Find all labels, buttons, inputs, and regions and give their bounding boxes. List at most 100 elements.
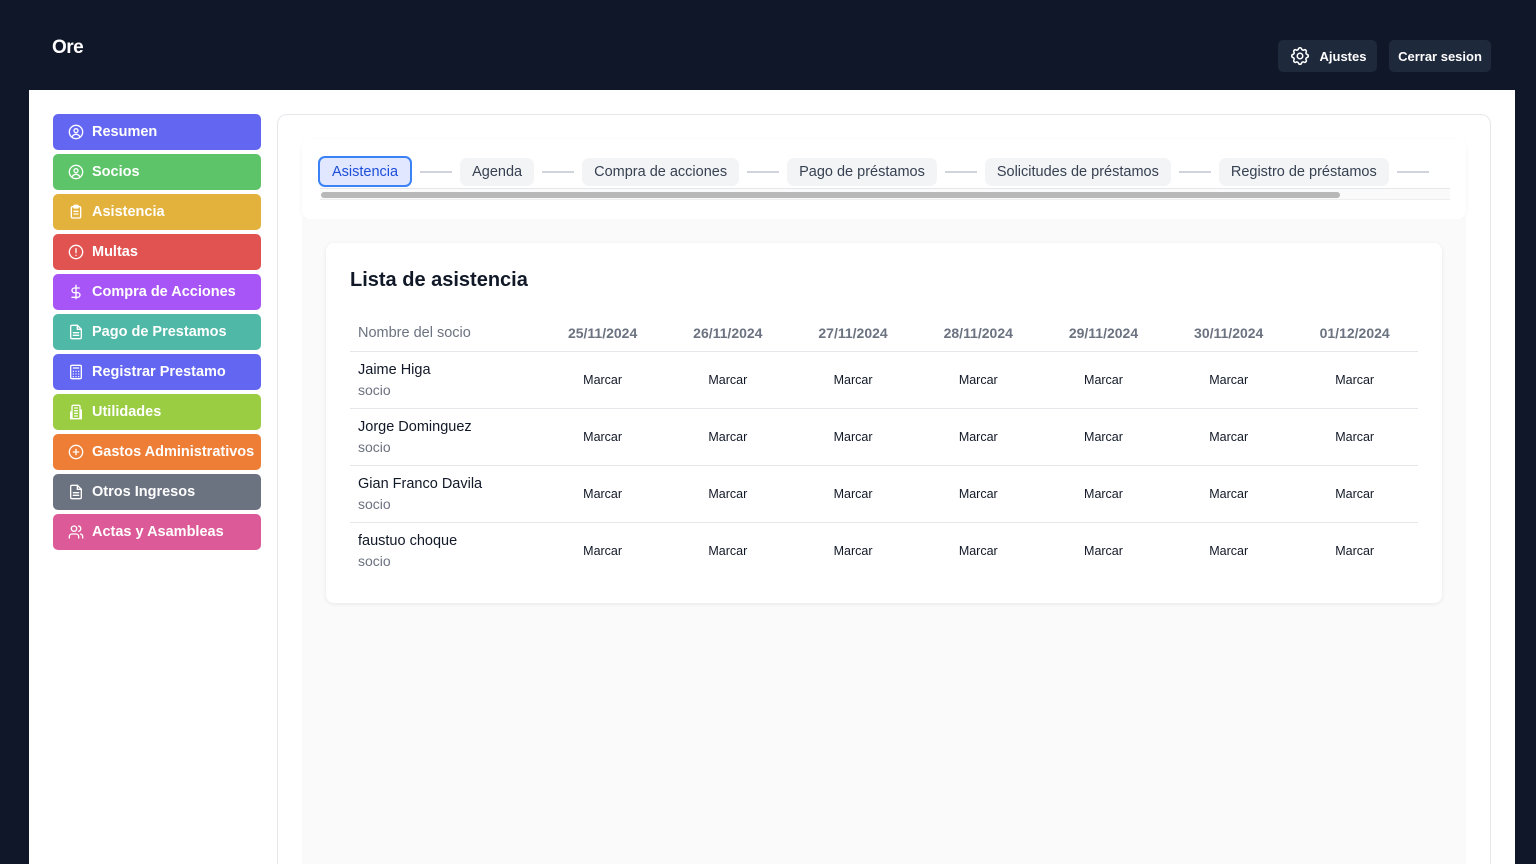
- tab-connector: [944, 170, 977, 173]
- member-name: Jorge Dominguez: [358, 418, 472, 435]
- mark-attendance-button[interactable]: Marcar: [1084, 544, 1123, 558]
- mark-attendance-button[interactable]: Marcar: [708, 430, 747, 444]
- main-panel: Asistencia Agenda Compra de acciones Pago d…: [277, 114, 1491, 864]
- member-role: socio: [358, 438, 391, 455]
- column-header-date: 26/11/2024: [665, 315, 791, 352]
- mark-attendance-button[interactable]: Marcar: [1084, 373, 1123, 387]
- sidebar-item-label: Compra de Acciones: [92, 284, 236, 300]
- mark-attendance-button[interactable]: Marcar: [583, 430, 622, 444]
- mark-attendance-button[interactable]: Marcar: [1084, 487, 1123, 501]
- mark-attendance-button[interactable]: Marcar: [583, 544, 622, 558]
- attendance-cell: Marcar: [790, 522, 915, 579]
- mark-attendance-button[interactable]: Marcar: [959, 487, 998, 501]
- column-header-date: 25/11/2024: [540, 315, 666, 352]
- table-row: Gian Franco Davila socio Marcar Marcar Marca…: [350, 465, 1418, 523]
- table-body: Jaime Higa socio Marcar Marcar Marcar Marcar M…: [350, 351, 1418, 579]
- sidebar-item-label: Asistencia: [92, 204, 165, 220]
- attendance-cell: Marcar: [1040, 351, 1167, 409]
- attendance-cell: Marcar: [915, 408, 1041, 466]
- mark-attendance-button[interactable]: Marcar: [1335, 373, 1374, 387]
- member-cell: Gian Franco Davila socio: [350, 465, 540, 523]
- table-header-row: Nombre del socio 25/11/2024 26/11/2024 27/…: [350, 315, 1418, 352]
- sidebar-item-socios[interactable]: Socios: [53, 154, 261, 190]
- tab-compra-de-acciones[interactable]: Compra de acciones: [582, 157, 740, 186]
- table-row: Jaime Higa socio Marcar Marcar Marcar Marcar M…: [350, 351, 1418, 409]
- attendance-cell: Marcar: [1291, 351, 1418, 409]
- tabs-bar: Asistencia Agenda Compra de acciones Pago d…: [302, 139, 1466, 219]
- attendance-cell: Marcar: [916, 522, 1041, 579]
- user-circle-icon: [68, 124, 84, 140]
- attendance-cell: Marcar: [790, 351, 916, 409]
- building-icon: [68, 404, 84, 420]
- mark-attendance-button[interactable]: Marcar: [1209, 544, 1248, 558]
- sidebar-item-compra-de-acciones[interactable]: Compra de Acciones: [53, 274, 261, 310]
- attendance-cell: Marcar: [790, 465, 916, 523]
- sidebar-item-resumen[interactable]: Resumen: [53, 114, 261, 150]
- mark-attendance-button[interactable]: Marcar: [834, 430, 873, 444]
- mark-attendance-button[interactable]: Marcar: [1209, 373, 1248, 387]
- attendance-cell: Marcar: [665, 351, 791, 409]
- mark-attendance-button[interactable]: Marcar: [583, 373, 622, 387]
- sidebar-item-multas[interactable]: Multas: [53, 234, 261, 270]
- mark-attendance-button[interactable]: Marcar: [708, 373, 747, 387]
- tab-solicitudes-de-préstamos[interactable]: Solicitudes de préstamos: [984, 157, 1171, 186]
- mark-attendance-button[interactable]: Marcar: [834, 544, 873, 558]
- mark-attendance-button[interactable]: Marcar: [583, 487, 622, 501]
- member-cell: faustuo choque socio: [350, 522, 540, 579]
- sidebar-item-label: Resumen: [92, 124, 158, 140]
- member-name: faustuo choque: [358, 532, 458, 549]
- users-icon: [68, 524, 84, 540]
- mark-attendance-button[interactable]: Marcar: [959, 373, 998, 387]
- sidebar-item-gastos-administrativos[interactable]: Gastos Administrativos: [53, 434, 261, 470]
- mark-attendance-button[interactable]: Marcar: [1335, 430, 1374, 444]
- mark-attendance-button[interactable]: Marcar: [959, 430, 998, 444]
- sidebar-item-label: Multas: [92, 244, 138, 260]
- sidebar-item-label: Registrar Prestamo: [92, 364, 226, 380]
- attendance-cell: Marcar: [1291, 522, 1418, 579]
- attendance-cell: Marcar: [540, 351, 666, 409]
- mark-attendance-button[interactable]: Marcar: [1209, 487, 1248, 501]
- app-logo[interactable]: Ore: [52, 37, 84, 59]
- table-row: faustuo choque socio Marcar Marcar Marcar Mar…: [350, 522, 1418, 579]
- attendance-cell: Marcar: [665, 408, 791, 466]
- settings-button[interactable]: Ajustes: [1278, 40, 1377, 72]
- attendance-cell: Marcar: [790, 408, 916, 466]
- tab-agenda[interactable]: Agenda: [460, 157, 535, 186]
- sidebar-item-asistencia[interactable]: Asistencia: [53, 194, 261, 230]
- mark-attendance-button[interactable]: Marcar: [1084, 430, 1123, 444]
- sidebar-item-utilidades[interactable]: Utilidades: [53, 394, 261, 430]
- tab-registro-de-préstamos[interactable]: Registro de préstamos: [1218, 157, 1389, 186]
- attendance-cell: Marcar: [665, 465, 791, 523]
- dollar-icon: [68, 284, 84, 300]
- mark-attendance-button[interactable]: Marcar: [708, 487, 747, 501]
- mark-attendance-button[interactable]: Marcar: [834, 373, 873, 387]
- attendance-cell: Marcar: [915, 351, 1041, 409]
- sidebar-item-pago-de-prestamos[interactable]: Pago de Prestamos: [53, 314, 261, 350]
- sidebar-item-label: Utilidades: [92, 404, 162, 420]
- mark-attendance-button[interactable]: Marcar: [1209, 430, 1248, 444]
- gear-icon: [1290, 47, 1309, 66]
- settings-label: Ajustes: [1319, 48, 1367, 64]
- logout-button[interactable]: Cerrar sesion: [1389, 40, 1491, 72]
- mark-attendance-button[interactable]: Marcar: [1335, 487, 1374, 501]
- attendance-cell: Marcar: [1041, 522, 1166, 579]
- sidebar-item-registrar-prestamo[interactable]: Registrar Prestamo: [53, 354, 261, 390]
- column-header-date: 28/11/2024: [915, 315, 1041, 352]
- mark-attendance-button[interactable]: Marcar: [1335, 544, 1374, 558]
- sidebar-item-label: Actas y Asambleas: [92, 524, 224, 540]
- alert-circle-icon: [68, 244, 84, 260]
- mark-attendance-button[interactable]: Marcar: [834, 487, 873, 501]
- scrollbar-thumb[interactable]: [321, 192, 1340, 198]
- tab-asistencia[interactable]: Asistencia: [318, 156, 413, 187]
- column-header-date: 01/12/2024: [1291, 315, 1418, 352]
- attendance-cell: Marcar: [1166, 522, 1291, 579]
- column-header-date: 29/11/2024: [1040, 315, 1167, 352]
- member-cell: Jaime Higa socio: [350, 351, 540, 409]
- tab-pago-de-préstamos[interactable]: Pago de préstamos: [787, 157, 937, 186]
- tabs-scrollbar[interactable]: [320, 188, 1450, 200]
- document-icon: [68, 324, 84, 340]
- sidebar-item-actas-y-asambleas[interactable]: Actas y Asambleas: [53, 514, 261, 550]
- mark-attendance-button[interactable]: Marcar: [708, 544, 747, 558]
- sidebar-item-otros-ingresos[interactable]: Otros Ingresos: [53, 474, 261, 510]
- mark-attendance-button[interactable]: Marcar: [959, 544, 998, 558]
